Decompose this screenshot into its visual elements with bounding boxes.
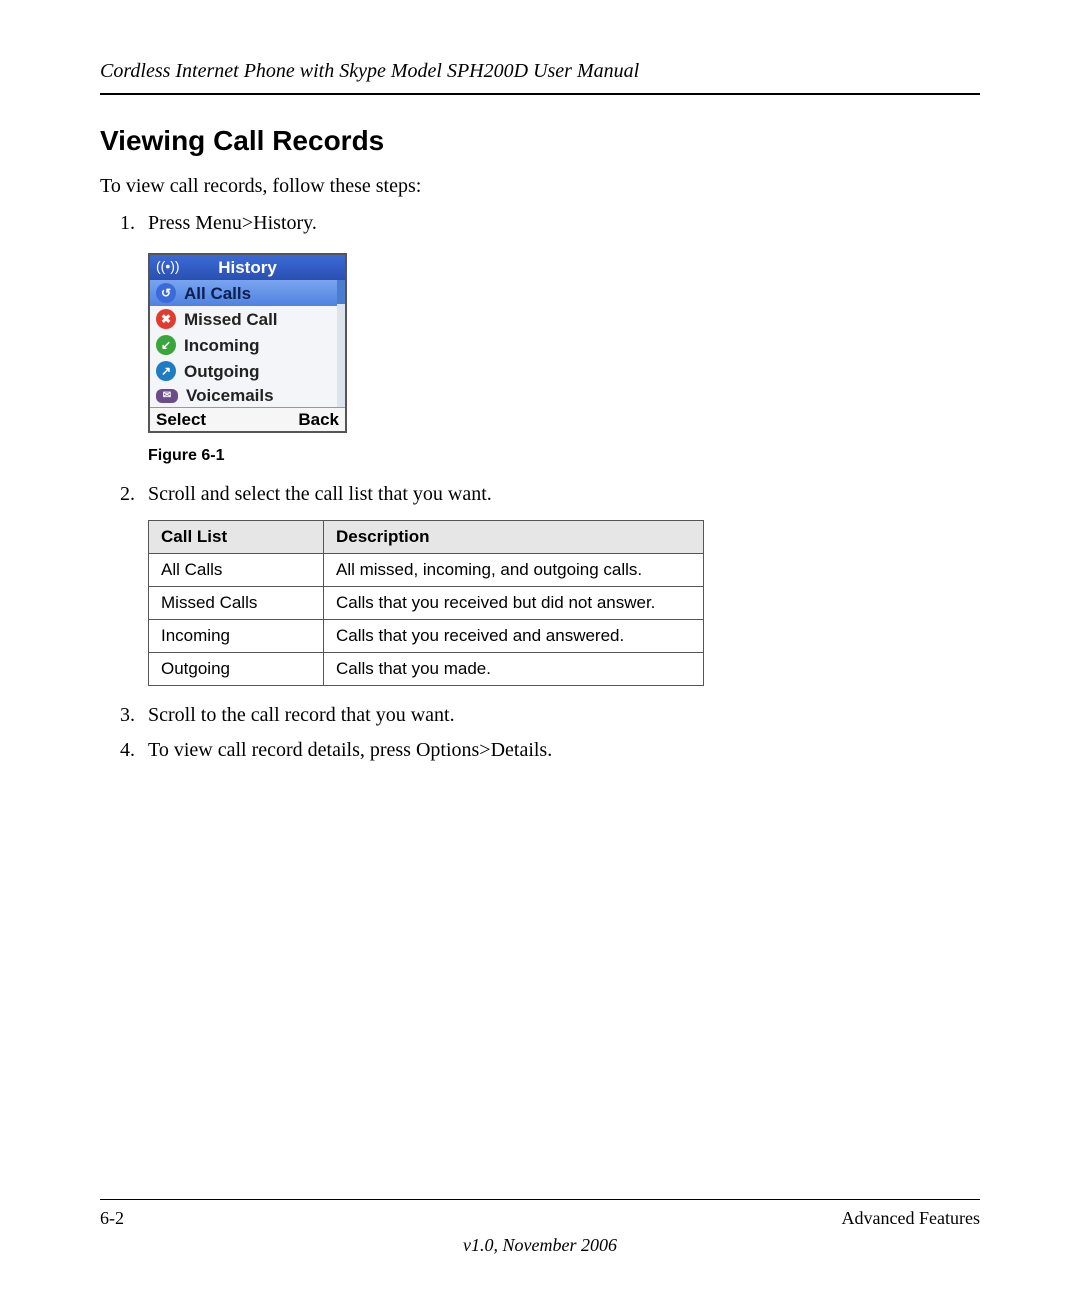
incoming-icon: ↙ — [156, 335, 176, 355]
cell-call-list: Incoming — [149, 620, 324, 653]
menu-item-missed-call[interactable]: ✖ Missed Call — [150, 306, 345, 332]
phone-screen-title: History — [218, 258, 277, 277]
table-row: Incoming Calls that you received and ans… — [149, 620, 704, 653]
step-1-text: Press Menu>History. — [148, 212, 317, 234]
menu-item-outgoing[interactable]: ↗ Outgoing — [150, 358, 345, 384]
cell-description: Calls that you made. — [324, 653, 704, 686]
section-title: Viewing Call Records — [100, 125, 980, 157]
section-intro: To view call records, follow these steps… — [100, 175, 980, 198]
menu-item-label: Incoming — [184, 337, 260, 354]
menu-item-all-calls[interactable]: ↺ All Calls — [150, 280, 345, 306]
th-call-list: Call List — [149, 521, 324, 554]
menu-item-voicemails[interactable]: ✉ Voicemails — [150, 384, 345, 407]
phone-menu-list: ↺ All Calls ✖ Missed Call ↙ Incoming ↗ O… — [150, 280, 345, 407]
step-2: Scroll and select the call list that you… — [140, 483, 980, 686]
table-row: Missed Calls Calls that you received but… — [149, 587, 704, 620]
page-footer: 6-2 Advanced Features v1.0, November 200… — [100, 1199, 980, 1256]
menu-item-label: Missed Call — [184, 311, 278, 328]
step-4-text: To view call record details, press Optio… — [148, 739, 552, 761]
cell-call-list: All Calls — [149, 554, 324, 587]
cell-description: Calls that you received and answered. — [324, 620, 704, 653]
softkey-bar: Select Back — [150, 407, 345, 431]
doc-version: v1.0, November 2006 — [100, 1235, 980, 1256]
menu-item-label: All Calls — [184, 285, 251, 302]
menu-item-label: Voicemails — [186, 387, 274, 404]
cell-description: Calls that you received but did not answ… — [324, 587, 704, 620]
running-header: Cordless Internet Phone with Skype Model… — [100, 60, 980, 95]
cell-call-list: Outgoing — [149, 653, 324, 686]
call-list-table: Call List Description All Calls All miss… — [148, 520, 704, 686]
step-4: To view call record details, press Optio… — [140, 739, 980, 762]
missed-call-icon: ✖ — [156, 309, 176, 329]
table-row: All Calls All missed, incoming, and outg… — [149, 554, 704, 587]
phone-screen-figure: ((•)) History ↺ All Calls ✖ Missed Call … — [148, 253, 347, 433]
step-3: Scroll to the call record that you want. — [140, 704, 980, 727]
signal-icon: ((•)) — [156, 259, 180, 273]
page-number: 6-2 — [100, 1208, 124, 1229]
cell-description: All missed, incoming, and outgoing calls… — [324, 554, 704, 587]
softkey-select[interactable]: Select — [156, 411, 206, 428]
softkey-back[interactable]: Back — [298, 411, 339, 428]
menu-item-incoming[interactable]: ↙ Incoming — [150, 332, 345, 358]
table-row: Outgoing Calls that you made. — [149, 653, 704, 686]
step-1: Press Menu>History. ((•)) History ↺ All … — [140, 212, 980, 465]
voicemail-icon: ✉ — [156, 389, 178, 403]
phone-screen-title-bar: ((•)) History — [150, 255, 345, 280]
all-calls-icon: ↺ — [156, 283, 176, 303]
scrollbar — [337, 280, 345, 407]
figure-caption: Figure 6-1 — [148, 447, 980, 465]
step-3-text: Scroll to the call record that you want. — [148, 704, 455, 726]
menu-item-label: Outgoing — [184, 363, 260, 380]
th-description: Description — [324, 521, 704, 554]
section-name: Advanced Features — [842, 1208, 980, 1229]
step-2-text: Scroll and select the call list that you… — [148, 483, 492, 505]
cell-call-list: Missed Calls — [149, 587, 324, 620]
outgoing-icon: ↗ — [156, 361, 176, 381]
